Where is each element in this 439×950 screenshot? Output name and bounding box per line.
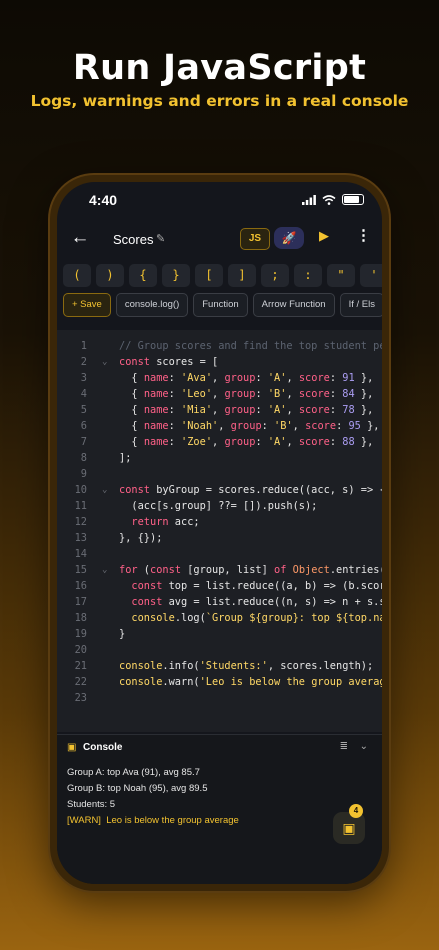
symbol-key[interactable]: { <box>129 264 157 287</box>
snippet-chip[interactable]: If / Els <box>339 293 382 317</box>
snippet-chip[interactable]: Arrow Function <box>252 293 335 317</box>
back-arrow-icon[interactable]: ← <box>69 227 91 249</box>
battery-icon <box>342 194 364 205</box>
line-number: 14 <box>74 548 87 560</box>
line-number: 10 <box>74 484 87 496</box>
line-number: 20 <box>74 644 87 656</box>
hero-subtitle: Logs, warnings and errors in a real cons… <box>30 92 409 110</box>
line-number: 21 <box>74 660 87 672</box>
symbol-key[interactable]: " <box>327 264 355 287</box>
fold-chevron-icon[interactable]: ⌄ <box>102 354 107 370</box>
pencil-icon[interactable]: ✎ <box>156 232 165 245</box>
line-number: 2 <box>80 356 87 368</box>
file-title[interactable]: Scores <box>113 232 153 247</box>
console-panel: ▣ Console ≣ ⌄ Group A: top Ava (91), avg… <box>57 734 382 884</box>
line-number: 22 <box>74 676 87 688</box>
console-header: ▣ Console ≣ ⌄ <box>67 741 372 757</box>
snippet-row: + Save console.log() Function Arrow Functio… <box>63 293 382 317</box>
line-number: 6 <box>80 420 87 432</box>
snippet-chip[interactable]: Function <box>193 293 248 317</box>
line-number: 1 <box>80 340 87 352</box>
console-log-line: Group A: top Ava (91), avg 85.7 <box>67 767 200 778</box>
line-number: 9 <box>80 468 87 480</box>
clear-list-icon[interactable]: ≣ <box>340 741 348 752</box>
warn-tag: [WARN] <box>67 815 101 826</box>
symbol-key[interactable]: [ <box>195 264 223 287</box>
terminal-icon: ▣ <box>67 742 77 753</box>
line-number: 4 <box>80 388 87 400</box>
line-number: 12 <box>74 516 87 528</box>
line-number: 7 <box>80 436 87 448</box>
line-number: 17 <box>74 596 87 608</box>
console-log-line: Students: 5 <box>67 799 116 810</box>
app-bar: ← Scores ✎ JS 🚀 ▶ ⋮ <box>57 222 382 256</box>
line-number: 8 <box>80 452 87 464</box>
symbol-key[interactable]: ; <box>261 264 289 287</box>
warn-text: Leo is below the group average <box>106 815 239 826</box>
console-warn-line: [WARN] Leo is below the group average <box>67 815 239 826</box>
snippet-chip[interactable]: console.log() <box>115 293 189 317</box>
language-badge[interactable]: JS <box>240 228 270 250</box>
save-snippet-button[interactable]: + Save <box>63 293 111 317</box>
status-icons <box>302 194 364 205</box>
wifi-icon <box>322 194 336 205</box>
symbol-key[interactable]: ( <box>63 264 91 287</box>
fold-chevron-icon[interactable]: ⌄ <box>102 562 107 578</box>
cellular-icon <box>302 194 316 205</box>
symbol-key-row: (){}[];: " ' <box>63 264 382 288</box>
line-number: 5 <box>80 404 87 416</box>
symbol-key[interactable]: } <box>162 264 190 287</box>
symbol-key[interactable]: ) <box>96 264 124 287</box>
line-number: 15 <box>74 564 87 576</box>
more-vert-icon[interactable]: ⋮ <box>356 226 371 244</box>
symbol-key[interactable]: ' <box>360 264 382 287</box>
console-count-badge: 4 <box>349 804 363 818</box>
line-number: 19 <box>74 628 87 640</box>
chevron-down-icon[interactable]: ⌄ <box>360 741 368 752</box>
line-number: 16 <box>74 580 87 592</box>
code-editor[interactable]: 1// Group scores and find the top studen… <box>57 330 382 732</box>
line-number: 3 <box>80 372 87 384</box>
status-time: 4:40 <box>89 192 118 208</box>
console-fab-button[interactable]: ▣ <box>333 812 365 844</box>
terminal-icon: ▣ <box>342 820 356 836</box>
fold-chevron-icon[interactable]: ⌄ <box>102 482 107 498</box>
phone-screen: 4:40 ← Scores ✎ JS 🚀 ▶ ⋮ (){}[];: " ' + Sa… <box>57 182 382 884</box>
hero-title: Run JavaScript <box>72 48 367 88</box>
play-icon[interactable]: ▶ <box>319 228 329 244</box>
rocket-icon[interactable]: 🚀 <box>274 227 304 249</box>
symbol-key[interactable]: : <box>294 264 322 287</box>
line-number: 23 <box>74 692 87 704</box>
line-number: 13 <box>74 532 87 544</box>
status-bar: 4:40 <box>57 182 382 218</box>
symbol-key[interactable]: ] <box>228 264 256 287</box>
console-title: Console <box>83 742 123 753</box>
line-number: 18 <box>74 612 87 624</box>
line-number: 11 <box>74 500 87 512</box>
console-log-line: Group B: top Noah (95), avg 89.5 <box>67 783 208 794</box>
